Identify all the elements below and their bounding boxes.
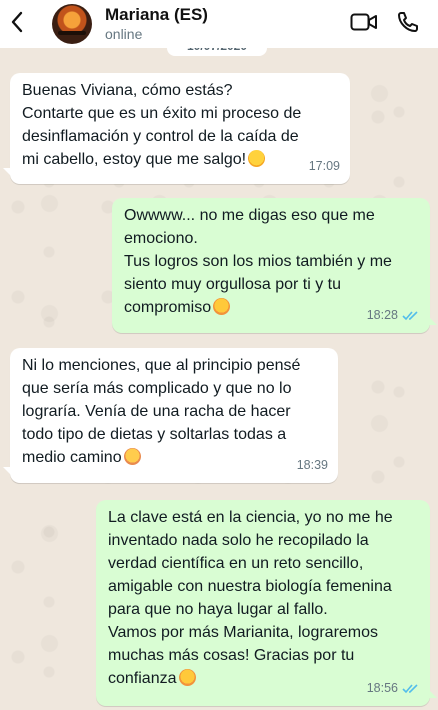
contact-name: Mariana (ES): [105, 5, 208, 24]
smiling-face-icon: [248, 150, 266, 167]
message-line: muchas más cosas! Gracias por tu: [108, 647, 355, 664]
message-line: para que no haya lugar al fallo.: [108, 601, 328, 618]
read-ticks-icon: [402, 683, 420, 694]
hugging-face-icon: [178, 669, 196, 686]
message-line: todo tipo de dietas y soltarlas todas a: [22, 426, 287, 443]
message-line: Tus logros son los mios también y me: [124, 253, 392, 270]
message-time: 18:39: [296, 458, 328, 472]
message-line: siento muy orgullosa por ti y tu: [124, 276, 341, 293]
message-line: que sería más complicado y que no lo: [22, 380, 292, 397]
message-line: Ni lo menciones, que al principio pensé: [22, 357, 301, 374]
back-button[interactable]: [0, 0, 34, 48]
voice-call-button[interactable]: [386, 0, 430, 48]
message-line: Vamos por más Marianita, lograremos: [108, 624, 379, 641]
message-time: 18:28: [366, 308, 398, 322]
message-line: Buenas Viviana, cómo estás?: [22, 82, 233, 99]
message-line: Contarte que es un éxito mi proceso de: [22, 105, 302, 122]
hugging-face-icon: [213, 298, 231, 315]
chat-header: Mariana (ES) online: [0, 0, 438, 48]
video-call-button[interactable]: [342, 0, 386, 48]
read-ticks-icon: [402, 310, 420, 321]
message-line: confianza: [108, 670, 177, 687]
message-bubble-incoming[interactable]: Ni lo menciones, que al principio pensé …: [3, 348, 338, 483]
message-bubble-outgoing[interactable]: La clave está en la ciencia, yo no me he…: [96, 500, 437, 706]
phone-icon: [396, 10, 420, 39]
message-line: medio camino: [22, 449, 122, 466]
message-line: Owwww... no me digas eso que me: [124, 207, 375, 224]
message-line: La clave está en la ciencia, yo no me he: [108, 509, 393, 526]
message-line: compromiso: [124, 299, 212, 316]
message-line: verdad científica en un reto sencillo,: [108, 555, 364, 572]
message-bubble-outgoing[interactable]: Owwww... no me digas eso que me emociono…: [112, 198, 437, 333]
message-bubble-incoming[interactable]: Buenas Viviana, cómo estás? Contarte que…: [3, 73, 350, 184]
contact-info[interactable]: Mariana (ES) online: [105, 5, 208, 43]
message-time: 17:09: [308, 159, 340, 173]
contact-status: online: [105, 26, 143, 42]
message-line: lograría. Venía de una racha de hacer: [22, 403, 291, 420]
message-time: 18:56: [366, 681, 398, 695]
message-line: amigable con nuestra biología femenina: [108, 578, 392, 595]
message-line: desinflamación y control de la caída de: [22, 128, 299, 145]
message-line: mi cabello, estoy que me salgo!: [22, 151, 247, 168]
message-line: inventado nada solo he recopilado la: [108, 532, 369, 549]
video-call-icon: [350, 12, 378, 37]
message-line: emociono.: [124, 230, 198, 247]
back-arrow-icon: [10, 11, 24, 38]
avatar[interactable]: [52, 4, 92, 44]
flushed-face-icon: [123, 448, 141, 465]
